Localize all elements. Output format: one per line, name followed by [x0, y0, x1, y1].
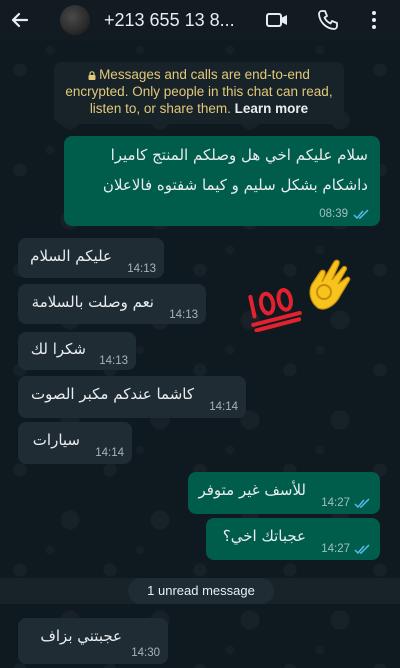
message-bubble-incoming[interactable]: شكرا لك 14:13 — [18, 332, 136, 370]
more-options-button[interactable] — [362, 0, 386, 40]
read-receipt-icon — [354, 498, 370, 509]
read-receipt-icon — [353, 209, 369, 220]
read-receipt-icon — [354, 544, 370, 555]
message-bubble-incoming[interactable]: عجبتني بزاف 14:30 — [18, 618, 168, 664]
message-text: كاشما عندكم مكبر الصوت — [30, 385, 194, 403]
message-time: 14:13 — [99, 355, 128, 367]
back-button[interactable] — [0, 0, 40, 40]
message-time: 14:30 — [131, 647, 160, 659]
learn-more-link[interactable]: Learn more — [235, 101, 309, 116]
message-bubble-incoming[interactable]: سيارات 14:14 — [18, 422, 132, 464]
message-text-line-1: سلام عليكم اخي هل وصلكم المنتج كاميرا — [110, 146, 368, 164]
message-time: 14:14 — [209, 401, 238, 413]
unread-message-count: 1 unread message — [128, 578, 274, 604]
more-options-icon — [372, 11, 376, 29]
message-time: 14:27 — [321, 543, 350, 555]
message-text: عليكم السلام — [30, 247, 112, 265]
message-bubble-incoming[interactable]: عليكم السلام 14:13 — [18, 238, 164, 278]
message-text: للأسف غير متوفر — [198, 481, 306, 499]
message-text: عجباتك اخي؟ — [222, 527, 306, 545]
encryption-notice[interactable]: Messages and calls are end-to-end encryp… — [54, 62, 344, 124]
message-text: سيارات — [32, 431, 80, 449]
message-bubble-incoming[interactable]: كاشما عندكم مكبر الصوت 14:14 — [18, 376, 246, 418]
video-call-icon — [266, 13, 287, 27]
message-time: 14:14 — [95, 447, 124, 459]
message-time: 14:13 — [127, 263, 156, 275]
message-time: 14:27 — [321, 497, 350, 509]
message-bubble-outgoing[interactable]: للأسف غير متوفر 14:27 — [188, 472, 380, 514]
message-bubble-outgoing[interactable]: عجباتك اخي؟ 14:27 — [206, 518, 380, 560]
back-arrow-icon — [11, 12, 29, 28]
contact-name[interactable]: +213 655 13 8... — [104, 10, 235, 31]
chat-header: +213 655 13 8... — [0, 0, 400, 40]
message-text: نعم وصلت بالسلامة — [31, 293, 154, 311]
contact-avatar[interactable] — [60, 5, 90, 35]
voice-call-icon — [318, 10, 338, 30]
message-time: 14:13 — [169, 309, 198, 321]
message-time: 08:39 — [319, 208, 348, 220]
ok-hand-emoji-icon[interactable] — [306, 256, 360, 312]
voice-call-button[interactable] — [313, 0, 343, 40]
100-emoji-icon[interactable] — [246, 282, 304, 332]
message-bubble-incoming[interactable]: نعم وصلت بالسلامة 14:13 — [18, 284, 206, 324]
message-text-line-2: داشكام بشكل سليم و كيما شفتوه فالاعلان — [102, 176, 368, 194]
video-call-button[interactable] — [262, 0, 292, 40]
lock-icon — [88, 71, 96, 80]
message-bubble-outgoing[interactable]: سلام عليكم اخي هل وصلكم المنتج كاميرا دا… — [64, 136, 380, 226]
message-text: عجبتني بزاف — [40, 627, 122, 645]
message-text: شكرا لك — [30, 340, 86, 358]
